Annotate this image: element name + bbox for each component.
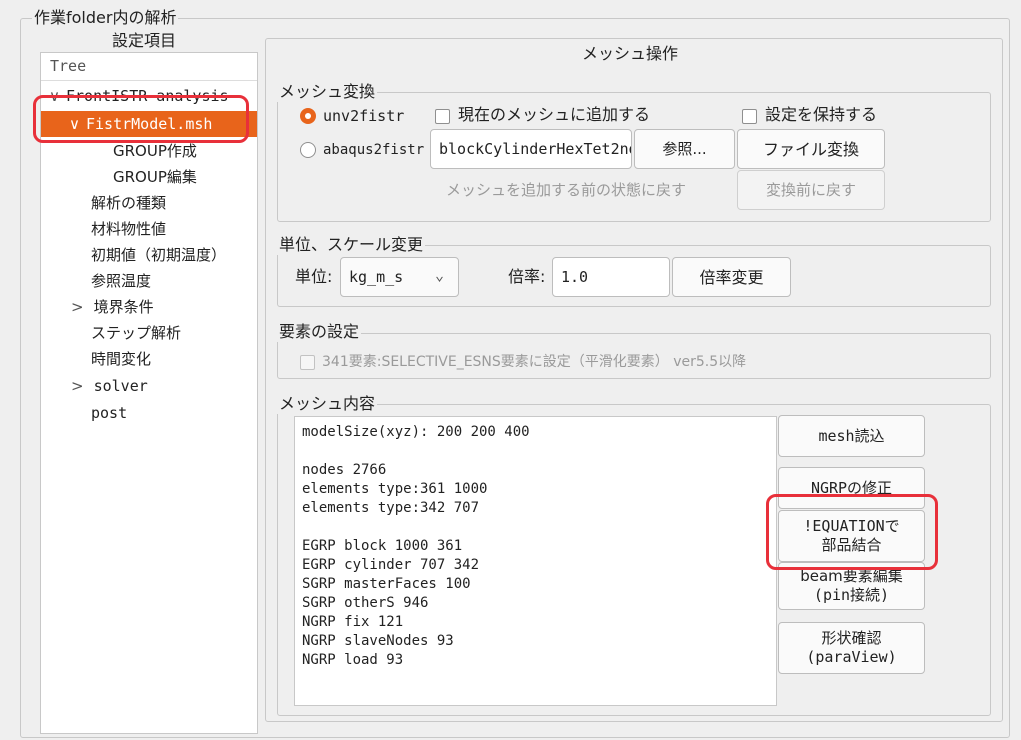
unit-select[interactable]: kg_m_s ⌄: [340, 257, 459, 297]
append-mesh-checkbox[interactable]: [435, 109, 450, 124]
file-convert-button[interactable]: ファイル変換: [737, 129, 885, 169]
tree-column-header: Tree: [41, 53, 257, 81]
tree-item-initial-value[interactable]: 初期値（初期温度）: [91, 242, 226, 268]
panel-title: メッシュ操作: [582, 44, 679, 63]
scale-input[interactable]: 1.0: [552, 257, 670, 297]
annotation-highlight-equation-button: [766, 494, 938, 570]
settings-header: 設定項目: [112, 31, 177, 50]
restore-before-convert-button[interactable]: 変換前に戻す: [737, 170, 885, 210]
mesh-load-button[interactable]: mesh読込: [778, 415, 925, 457]
unit-scale-legend: 単位、スケール変更: [277, 235, 426, 255]
keep-settings-checkbox[interactable]: [742, 109, 757, 124]
chevron-right-icon[interactable]: >: [71, 298, 84, 316]
tree-panel: Tree ∨ FrontISTR analysis ∨ FistrModel.msh…: [40, 52, 258, 734]
tree-item-analysis-type[interactable]: 解析の種類: [91, 190, 166, 216]
tree-item-material[interactable]: 材料物性値: [91, 216, 166, 242]
selective-esns-checkbox[interactable]: [300, 355, 315, 370]
mesh-file-input[interactable]: blockCylinderHexTet2nd: [430, 129, 632, 169]
mesh-content-text: modelSize(xyz): 200 200 400 nodes 2766 e…: [294, 416, 777, 706]
restore-before-add-label: メッシュを追加する前の状態に戻す: [446, 181, 687, 199]
tree-item-solver[interactable]: > solver: [71, 373, 148, 399]
tree-item-reference-temp[interactable]: 参照温度: [91, 268, 151, 294]
tree-item-time[interactable]: 時間変化: [91, 346, 151, 372]
tree-item-post[interactable]: post: [91, 400, 127, 426]
annotation-highlight-tree-item: [33, 95, 249, 143]
chevron-right-icon[interactable]: >: [71, 377, 84, 395]
keep-settings-label: 設定を保持する: [765, 105, 878, 124]
tree-item-group-edit[interactable]: GROUP編集: [113, 164, 197, 190]
radio-unv2fistr-label: unv2fistr: [323, 107, 405, 125]
browse-button[interactable]: 参照...: [634, 129, 735, 169]
mesh-convert-legend: メッシュ変換: [277, 82, 378, 102]
element-settings-legend: 要素の設定: [277, 322, 362, 342]
unit-label: 単位:: [295, 267, 333, 286]
tree-header-label: Tree: [50, 57, 87, 75]
tree-item-step[interactable]: ステップ解析: [91, 320, 181, 346]
radio-unv2fistr[interactable]: [300, 108, 316, 124]
tree-item-boundary[interactable]: > 境界条件: [71, 294, 154, 320]
scale-change-button[interactable]: 倍率変更: [672, 257, 791, 297]
append-mesh-label: 現在のメッシュに追加する: [458, 105, 651, 124]
shape-check-button[interactable]: 形状確認 (paraView): [778, 622, 925, 674]
mesh-content-legend: メッシュ内容: [277, 394, 378, 414]
scale-label: 倍率:: [508, 267, 546, 286]
radio-abaqus2fistr[interactable]: [300, 142, 316, 158]
selective-esns-label: 341要素:SELECTIVE_ESNS要素に設定（平滑化要素） ver5.5以…: [322, 354, 747, 370]
radio-abaqus2fistr-label: abaqus2fistr: [323, 142, 425, 158]
window-title: 作業folder内の解析: [32, 8, 179, 28]
chevron-down-icon: ⌄: [434, 266, 444, 284]
